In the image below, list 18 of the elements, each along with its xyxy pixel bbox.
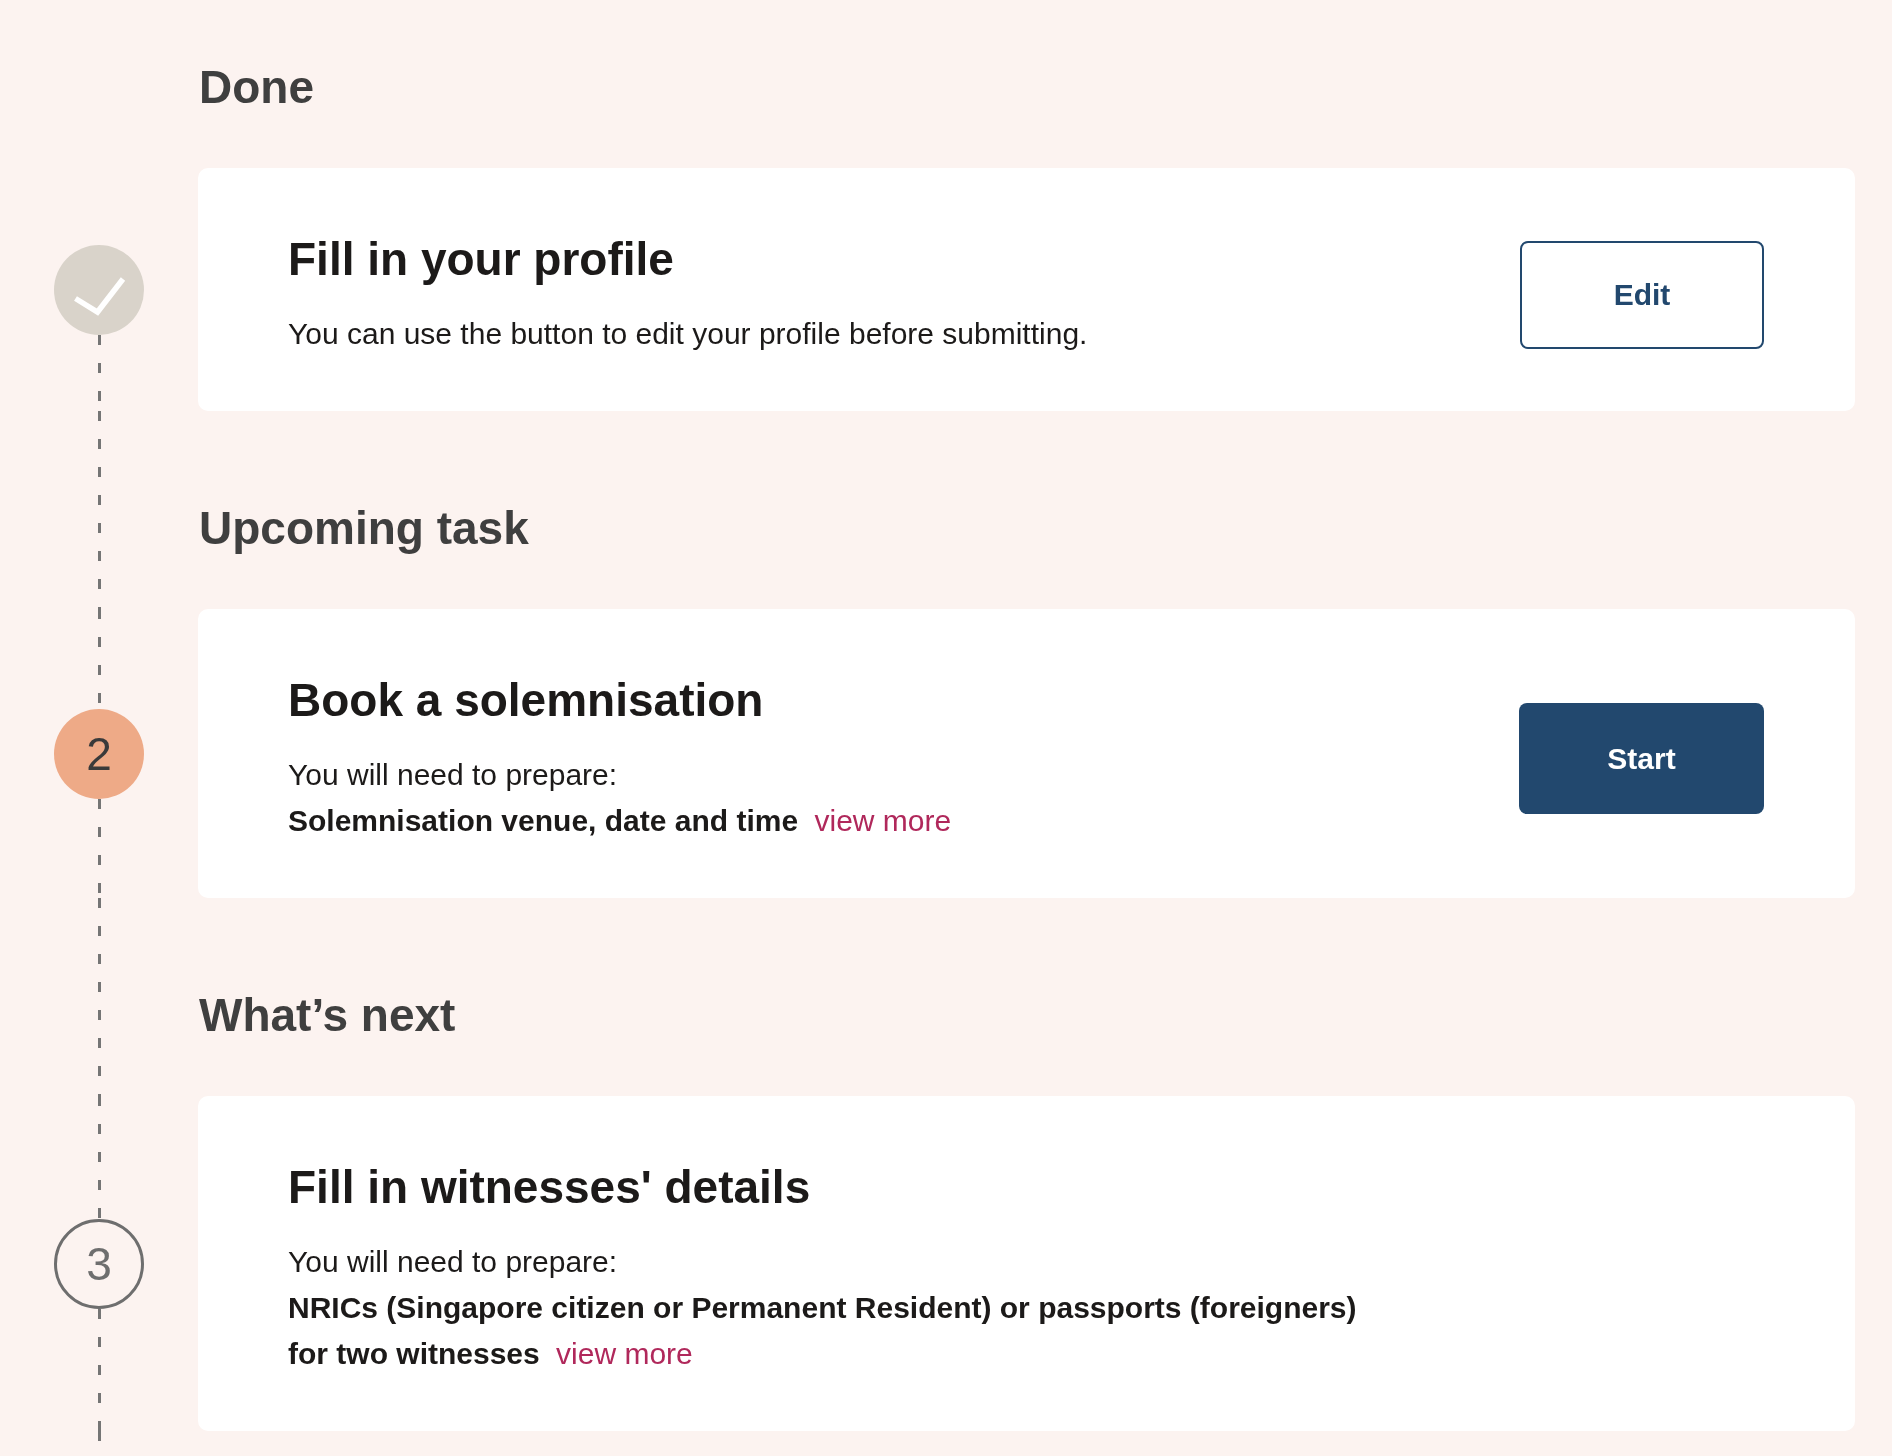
edit-button[interactable]: Edit (1520, 240, 1764, 349)
task-description: You can use the button to edit your profile before submitting. (288, 316, 1089, 352)
check-icon (54, 244, 144, 335)
prepare-intro: You will need to prepare: (288, 757, 619, 793)
requirements-text: Solemnisation venue, date and time view more (288, 803, 953, 839)
task-title: Book a solemnisation (288, 673, 765, 728)
section-heading: Done (199, 60, 314, 115)
task-title: Fill in witnesses' details (288, 1160, 812, 1215)
view-more-link[interactable]: view more (814, 804, 952, 837)
task-title: Fill in your profile (288, 232, 675, 287)
prepare-intro: You will need to prepare: (288, 1244, 619, 1280)
section-heading: Upcoming task (199, 501, 529, 556)
step-number: 3 (54, 1218, 144, 1309)
section-heading: What’s next (199, 988, 456, 1043)
view-more-link[interactable]: view more (556, 1337, 693, 1370)
step-number: 2 (54, 708, 144, 799)
start-button[interactable]: Start (1519, 703, 1764, 814)
requirements-text: NRICs (Singapore citizen or Permanent Resident) or passports (foreigners) for two witnesses view more (288, 1290, 1358, 1372)
